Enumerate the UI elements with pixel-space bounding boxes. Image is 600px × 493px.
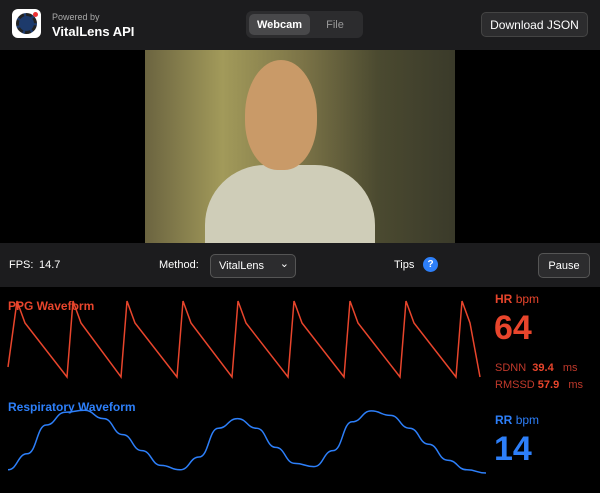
rr-value: 14 <box>494 430 532 468</box>
rr-label-text: RR <box>495 413 513 427</box>
control-bar: FPS: 14.7 Method: VitalLens Tips ? Pause <box>0 243 600 287</box>
resp-title: Respiratory Waveform <box>8 400 136 414</box>
powered-by: Powered by <box>52 12 100 22</box>
method-select[interactable]: VitalLens <box>210 254 296 278</box>
help-icon[interactable]: ? <box>423 257 438 272</box>
rr-label: RR bpm <box>495 413 539 427</box>
fps-label: FPS: <box>9 259 34 271</box>
tab-webcam[interactable]: Webcam <box>249 14 310 35</box>
hr-label: HR bpm <box>495 292 539 306</box>
rmssd-label: RMSSD <box>495 379 535 391</box>
rmssd-value: 57.9 <box>537 379 560 391</box>
hr-unit: bpm <box>515 292 540 306</box>
hr-value: 64 <box>494 309 532 347</box>
source-toggle: Webcam File <box>246 11 363 38</box>
ppg-title: PPG Waveform <box>8 299 95 313</box>
rr-unit: bpm <box>515 413 540 427</box>
rmssd-readout: RMSSD 57.9 ms <box>495 379 583 391</box>
download-json-button[interactable]: Download JSON <box>481 12 588 37</box>
vitallens-logo <box>12 9 41 38</box>
sdnn-value: 39.4 <box>532 362 554 374</box>
app-name: VitalLens API <box>52 24 135 39</box>
pause-button[interactable]: Pause <box>538 253 590 278</box>
header: Powered by VitalLens API Webcam File Dow… <box>0 0 600 50</box>
method-label: Method: <box>159 259 199 271</box>
sdnn-unit: ms <box>562 362 578 374</box>
sdnn-label: SDNN <box>495 362 527 374</box>
rmssd-unit: ms <box>568 379 584 391</box>
hr-label-text: HR <box>495 292 513 306</box>
fps-value: 14.7 <box>39 259 61 271</box>
tab-file[interactable]: File <box>310 14 360 35</box>
resp-waveform-line <box>7 409 487 474</box>
sdnn-readout: SDNN 39.4 ms <box>495 362 578 374</box>
tips-label: Tips <box>394 259 415 271</box>
webcam-video <box>145 50 455 243</box>
